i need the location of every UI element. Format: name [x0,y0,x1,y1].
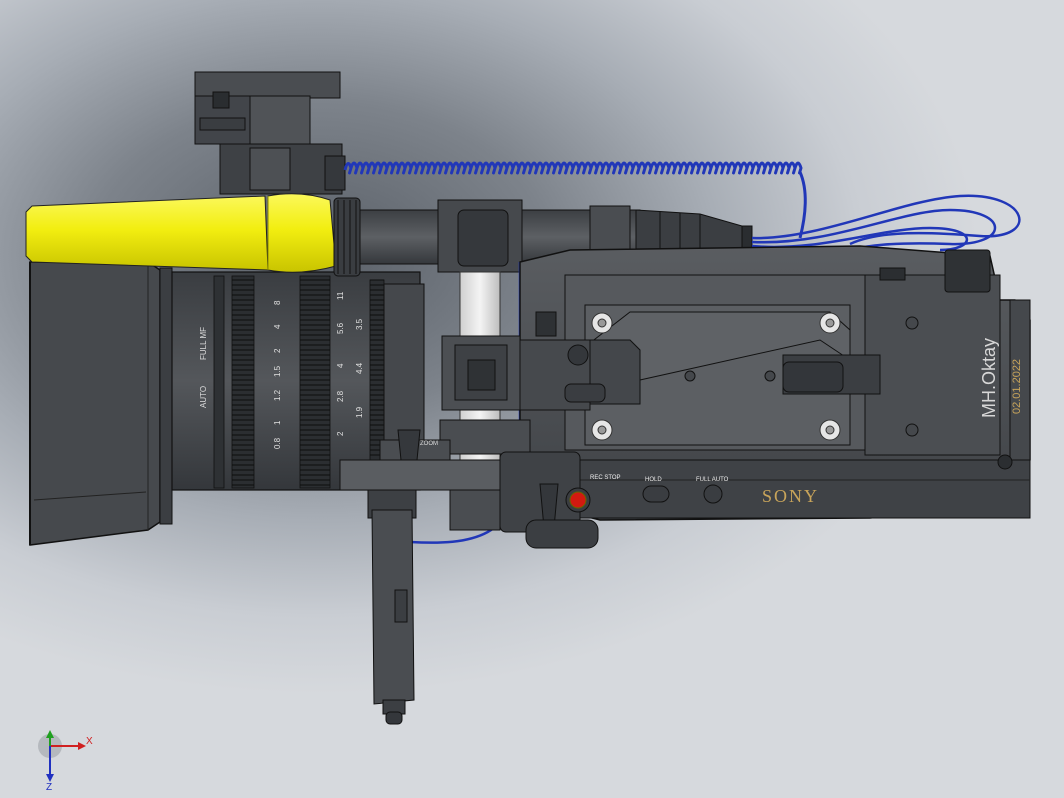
lens-scale-full-mf: FULL MF [199,327,208,360]
author-engraving: MH.Oktay [979,338,999,418]
lens-focus-scale-value: 0.8 [273,437,282,449]
axis-triad: X Z [38,730,93,790]
lens-focus-scale-value: 1 [273,420,282,425]
axis-x-label: X [86,736,93,747]
axis-z-label: Z [46,782,52,790]
lens-iris-scale-value: 2.8 [336,390,345,402]
lens-focus-scale-value: 2 [273,348,282,353]
hold-label: HOLD [645,477,662,483]
lens-hood [29,261,173,546]
rec-stop-label: REC STOP [590,475,621,481]
lens-focus-scale-value: 1.5 [273,365,282,377]
lens-iris-scale-value: 11 [336,291,345,300]
full-auto-label: FULL AUTO [696,477,729,483]
lens-iris-scale-value: 4 [336,363,345,368]
cad-viewport[interactable]: FULL MF AUTO 8 4 2 1.5 1.2 1 0.8 11 5.6 4 2.8 2 3.… [0,0,1064,798]
grip-label: ZOOM [420,441,438,447]
lens-zoom-scale-value: 3.5 [355,318,364,330]
lens-scale-auto: AUTO [199,386,208,408]
date-engraving: 02.01.2022 [1011,359,1023,414]
brand-logo: SONY [762,486,819,506]
lens-focus-scale-value: 8 [273,300,282,305]
viewfinder-eyepiece[interactable] [194,71,346,195]
lens-zoom-scale-value: 1.9 [355,406,364,418]
lens-focus-scale-value: 4 [273,324,282,329]
lens-zoom-scale-value: 4.4 [355,362,364,374]
lens-focus-scale-value: 1.2 [273,389,282,401]
camera-model[interactable]: FULL MF AUTO 8 4 2 1.5 1.2 1 0.8 11 5.6 4 2.8 2 3.… [0,0,1064,798]
lens-iris-scale-value: 5.6 [336,322,345,334]
lens-iris-scale-value: 2 [336,431,345,436]
